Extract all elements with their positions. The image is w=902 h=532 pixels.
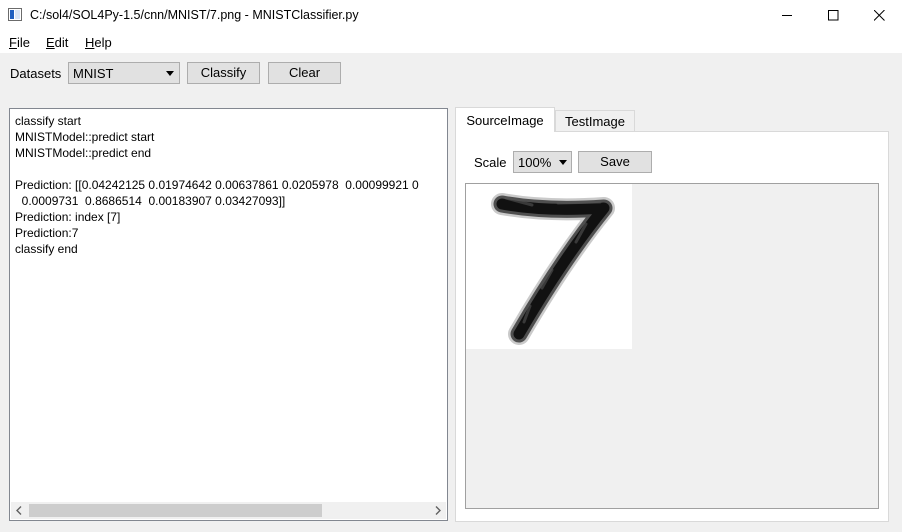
datasets-combo[interactable]: MNIST: [68, 62, 180, 84]
horizontal-scrollbar[interactable]: [11, 502, 446, 519]
log-line: 0.0009731 0.8686514 0.00183907 0.0342709…: [15, 194, 286, 208]
save-button[interactable]: Save: [578, 151, 652, 173]
maximize-button[interactable]: [810, 0, 856, 31]
scrollbar-thumb[interactable]: [29, 504, 322, 517]
menu-file[interactable]: File: [9, 35, 30, 50]
log-line: classify end: [15, 242, 78, 256]
clear-button[interactable]: Clear: [268, 62, 341, 84]
chevron-down-icon: [166, 71, 174, 76]
log-line: classify start: [15, 114, 82, 128]
log-line: MNISTModel::predict start: [15, 130, 155, 144]
mnist-digit-image: [466, 184, 632, 349]
log-line: MNISTModel::predict end: [15, 146, 152, 160]
minimize-icon: [782, 15, 792, 16]
tab-source-image[interactable]: SourceImage: [455, 107, 555, 132]
close-button[interactable]: [856, 0, 902, 31]
chevron-down-icon: [559, 160, 567, 165]
log-line: Prediction:7: [15, 226, 79, 240]
menu-bar: File Edit Help: [0, 31, 902, 53]
log-line: Prediction: [[0.04242125 0.01974642 0.00…: [15, 178, 419, 192]
digit-seven-drawing: [491, 193, 615, 345]
app-window-icon: [8, 8, 22, 21]
menu-help[interactable]: Help: [85, 35, 112, 50]
scroll-right-arrow-icon[interactable]: [435, 506, 441, 515]
title-bar: C:/sol4/SOL4Py-1.5/cnn/MNIST/7.png - MNI…: [0, 0, 902, 31]
scale-combo[interactable]: 100%: [513, 151, 572, 173]
close-icon: [874, 10, 885, 21]
scale-label: Scale: [474, 155, 507, 170]
window-title: C:/sol4/SOL4Py-1.5/cnn/MNIST/7.png - MNI…: [30, 8, 359, 22]
tab-test-image[interactable]: TestImage: [555, 110, 635, 131]
maximize-icon: [828, 10, 839, 21]
menu-edit[interactable]: Edit: [46, 35, 68, 50]
classify-button[interactable]: Classify: [187, 62, 260, 84]
scroll-left-arrow-icon[interactable]: [16, 506, 22, 515]
log-text-area[interactable]: classify start MNISTModel::predict start…: [9, 108, 448, 521]
scale-value: 100%: [518, 155, 552, 170]
minimize-button[interactable]: [764, 0, 810, 31]
log-line: Prediction: index [7]: [15, 210, 121, 224]
datasets-label: Datasets: [10, 66, 62, 81]
datasets-value: MNIST: [73, 66, 114, 81]
image-viewport[interactable]: [465, 183, 879, 509]
